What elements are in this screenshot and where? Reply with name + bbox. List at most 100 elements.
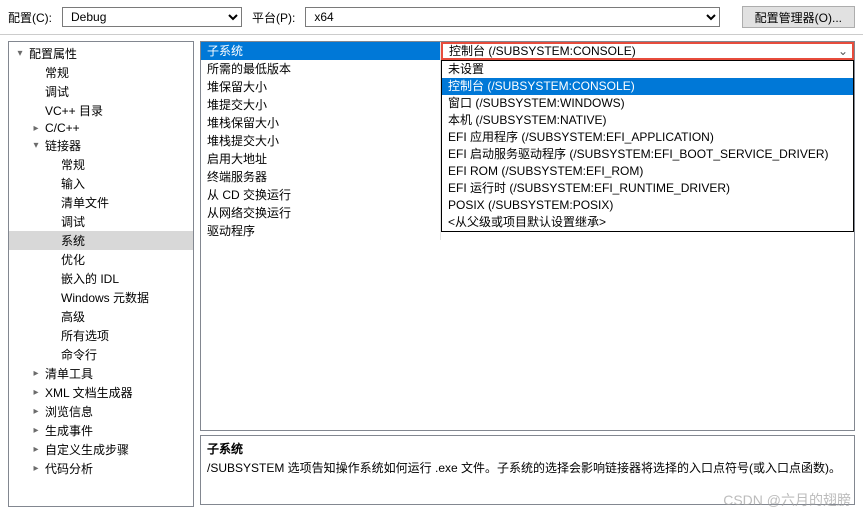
platform-label: 平台(P): — [252, 9, 295, 26]
subsystem-dropdown-list[interactable]: 未设置控制台 (/SUBSYSTEM:CONSOLE)窗口 (/SUBSYSTE… — [441, 60, 854, 232]
tree-item[interactable]: 输入 — [9, 174, 193, 193]
tree-item-label: 常规 — [43, 64, 69, 81]
grid-header-row: 子系统 控制台 (/SUBSYSTEM:CONSOLE) ⌄ — [201, 42, 854, 60]
tree-item-label: 配置属性 — [27, 45, 77, 62]
property-name: 堆栈提交大小 — [201, 132, 441, 150]
tree-spacer — [45, 291, 59, 305]
description-text: /SUBSYSTEM 选项告知操作系统如何运行 .exe 文件。子系统的选择会影… — [207, 459, 848, 476]
tree-spacer — [45, 215, 59, 229]
chevron-down-icon: ⌄ — [834, 42, 852, 60]
tree-item-label: 生成事件 — [43, 422, 93, 439]
config-manager-button[interactable]: 配置管理器(O)... — [742, 6, 855, 28]
subsystem-current-value: 控制台 (/SUBSYSTEM:CONSOLE) — [449, 42, 636, 60]
tree-item[interactable]: ▸XML 文档生成器 — [9, 383, 193, 402]
dropdown-option[interactable]: EFI 应用程序 (/SUBSYSTEM:EFI_APPLICATION) — [442, 129, 853, 146]
tree-item-label: 自定义生成步骤 — [43, 441, 129, 458]
property-name: 堆提交大小 — [201, 96, 441, 114]
property-name: 从 CD 交换运行 — [201, 186, 441, 204]
tree-item-label: C/C++ — [43, 121, 80, 135]
tree-item-label: XML 文档生成器 — [43, 384, 133, 401]
dropdown-option[interactable]: 本机 (/SUBSYSTEM:NATIVE) — [442, 112, 853, 129]
tree-item[interactable]: 优化 — [9, 250, 193, 269]
config-select[interactable]: Debug — [62, 7, 242, 27]
tree-item-label: 命令行 — [59, 346, 97, 363]
property-name: 所需的最低版本 — [201, 60, 441, 78]
tree-item[interactable]: ▸代码分析 — [9, 459, 193, 478]
tree-item[interactable]: Windows 元数据 — [9, 288, 193, 307]
tree-spacer — [45, 177, 59, 191]
tree-item[interactable]: 常规 — [9, 155, 193, 174]
expand-icon[interactable]: ▸ — [29, 367, 43, 381]
dropdown-option[interactable]: EFI ROM (/SUBSYSTEM:EFI_ROM) — [442, 163, 853, 180]
tree-item[interactable]: 高级 — [9, 307, 193, 326]
expand-icon[interactable]: ▸ — [29, 386, 43, 400]
tree-item-label: 所有选项 — [59, 327, 109, 344]
property-name: 驱动程序 — [201, 222, 441, 240]
tree-item-label: 常规 — [59, 156, 85, 173]
tree-spacer — [45, 272, 59, 286]
collapse-icon[interactable]: ▾ — [13, 47, 27, 61]
tree-spacer — [29, 85, 43, 99]
tree-item[interactable]: ▾链接器 — [9, 136, 193, 155]
platform-select[interactable]: x64 — [305, 7, 720, 27]
property-name: 从网络交换运行 — [201, 204, 441, 222]
dropdown-option[interactable]: <从父级或项目默认设置继承> — [442, 214, 853, 231]
tree-item-label: 清单文件 — [59, 194, 109, 211]
expand-icon[interactable]: ▸ — [29, 443, 43, 457]
tree-item[interactable]: 命令行 — [9, 345, 193, 364]
tree-item[interactable]: 调试 — [9, 82, 193, 101]
tree-spacer — [45, 196, 59, 210]
top-toolbar: 配置(C): Debug 平台(P): x64 配置管理器(O)... — [0, 0, 863, 35]
property-name: 终端服务器 — [201, 168, 441, 186]
tree-item-label: 链接器 — [43, 137, 81, 154]
tree-item-label: 输入 — [59, 175, 85, 192]
tree-item[interactable]: 清单文件 — [9, 193, 193, 212]
tree-item[interactable]: 调试 — [9, 212, 193, 231]
subsystem-dropdown-trigger[interactable]: 控制台 (/SUBSYSTEM:CONSOLE) ⌄ — [441, 42, 854, 60]
property-grid: 子系统 控制台 (/SUBSYSTEM:CONSOLE) ⌄ 所需的最低版本堆保… — [200, 41, 855, 431]
grid-header-property: 子系统 — [201, 42, 441, 60]
tree-item[interactable]: 嵌入的 IDL — [9, 269, 193, 288]
tree-item[interactable]: VC++ 目录 — [9, 101, 193, 120]
tree-item-label: 清单工具 — [43, 365, 93, 382]
tree-item[interactable]: 系统 — [9, 231, 193, 250]
tree-item-label: 调试 — [59, 213, 85, 230]
tree-item-label: 系统 — [59, 232, 85, 249]
dropdown-option[interactable]: 控制台 (/SUBSYSTEM:CONSOLE) — [442, 78, 853, 95]
description-title: 子系统 — [207, 440, 848, 457]
nav-tree[interactable]: ▾配置属性常规调试VC++ 目录▸C/C++▾链接器常规输入清单文件调试系统优化… — [8, 41, 194, 507]
property-name: 堆保留大小 — [201, 78, 441, 96]
expand-icon[interactable]: ▸ — [29, 462, 43, 476]
dropdown-option[interactable]: EFI 运行时 (/SUBSYSTEM:EFI_RUNTIME_DRIVER) — [442, 180, 853, 197]
collapse-icon[interactable]: ▾ — [29, 139, 43, 153]
expand-icon[interactable]: ▸ — [29, 424, 43, 438]
tree-item[interactable]: ▸清单工具 — [9, 364, 193, 383]
dropdown-option[interactable]: EFI 启动服务驱动程序 (/SUBSYSTEM:EFI_BOOT_SERVIC… — [442, 146, 853, 163]
description-panel: 子系统 /SUBSYSTEM 选项告知操作系统如何运行 .exe 文件。子系统的… — [200, 435, 855, 505]
tree-item-label: 调试 — [43, 83, 69, 100]
expand-icon[interactable]: ▸ — [29, 121, 43, 135]
tree-spacer — [45, 253, 59, 267]
property-name: 堆栈保留大小 — [201, 114, 441, 132]
tree-spacer — [29, 104, 43, 118]
tree-item-label: 优化 — [59, 251, 85, 268]
tree-item-label: 浏览信息 — [43, 403, 93, 420]
tree-item[interactable]: ▾配置属性 — [9, 44, 193, 63]
tree-item-label: Windows 元数据 — [59, 289, 149, 306]
property-name: 启用大地址 — [201, 150, 441, 168]
tree-item-label: VC++ 目录 — [43, 102, 103, 119]
dropdown-option[interactable]: 窗口 (/SUBSYSTEM:WINDOWS) — [442, 95, 853, 112]
tree-spacer — [45, 310, 59, 324]
config-label: 配置(C): — [8, 9, 52, 26]
tree-item[interactable]: ▸C/C++ — [9, 120, 193, 136]
dropdown-option[interactable]: POSIX (/SUBSYSTEM:POSIX) — [442, 197, 853, 214]
tree-item[interactable]: 所有选项 — [9, 326, 193, 345]
tree-item[interactable]: 常规 — [9, 63, 193, 82]
tree-item[interactable]: ▸浏览信息 — [9, 402, 193, 421]
expand-icon[interactable]: ▸ — [29, 405, 43, 419]
tree-item[interactable]: ▸自定义生成步骤 — [9, 440, 193, 459]
dropdown-option[interactable]: 未设置 — [442, 61, 853, 78]
tree-spacer — [45, 234, 59, 248]
tree-item[interactable]: ▸生成事件 — [9, 421, 193, 440]
tree-spacer — [45, 158, 59, 172]
